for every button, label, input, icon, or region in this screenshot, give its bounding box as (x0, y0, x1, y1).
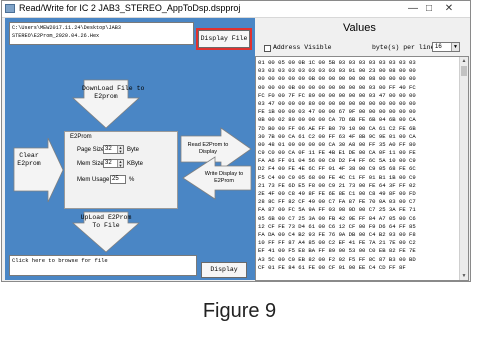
write-display-button[interactable]: Write Display to E2Prom (203, 171, 245, 185)
hex-line: 01 00 05 00 0B 1C 00 5B 03 03 03 03 03 0… (258, 59, 416, 66)
clear-eprom-button[interactable]: Clear E2prom (13, 152, 45, 170)
read-write-window: Read/Write for IC 2 JAB3_STEREO_AppToDsp… (1, 0, 471, 282)
maximize-button[interactable]: □ (422, 2, 436, 15)
upload-label-line: To File (92, 222, 120, 229)
hex-line: 12 CF FE 73 D4 61 00 C6 12 CF 00 F9 D6 6… (258, 222, 416, 230)
stepper-arrows-icon[interactable]: ▲ ▼ (117, 160, 123, 167)
hex-line: FC F0 00 7F FC 89 00 00 00 00 00 03 47 0… (258, 91, 416, 99)
mem-usage-label: Mem Usage (77, 177, 110, 183)
upload-eprom-button[interactable]: UpLoad E2Prom To File (75, 214, 137, 232)
vertical-scrollbar[interactable]: ▲ ▼ (459, 57, 468, 280)
mem-usage-value-box: 25 (110, 175, 126, 184)
mem-size-stepper[interactable]: 32 ▲ ▼ (103, 159, 124, 168)
scroll-up-icon[interactable]: ▲ (460, 57, 468, 65)
hex-values-textarea[interactable]: 01 00 05 00 0B 1C 00 5B 03 03 03 03 03 0… (255, 56, 469, 281)
eprom-panel-title: E2Prom (70, 134, 92, 140)
file-path-display: C:\Users\MEW2017.11.24\Desktop\JAB3 STER… (9, 22, 194, 45)
close-button[interactable]: ✕ (442, 2, 456, 15)
hex-line: 00 00 00 0B 00 00 00 00 00 00 00 03 00 F… (258, 83, 416, 91)
figure-caption: Figure 9 (202, 300, 277, 322)
hex-line: FA A6 FF 01 04 56 00 C0 D2 F4 FF 6C 5A 1… (258, 157, 416, 165)
page-size-value: 32 (105, 146, 112, 152)
hex-line: 21 73 FE 6D E5 F8 00 C9 21 73 00 FE 64 3… (258, 181, 416, 189)
hex-line: 03 03 03 03 03 03 03 03 03 01 00 23 00 0… (258, 67, 416, 75)
hex-line: 00 00 00 00 00 0B 00 00 00 00 00 08 00 0… (258, 75, 416, 83)
mem-size-label: Mem Size (77, 161, 104, 167)
hex-line: 30 7B 00 CA 61 C2 00 FF 63 4F 8B 9C 9E 0… (258, 132, 416, 140)
download-label-line: E2prom (94, 93, 118, 100)
hex-line: FA 87 00 FC 5A 9A FF 03 98 0D 00 C7 25 3… (258, 206, 416, 214)
file-path-line: STEREO\E2Prom_2020.04.26.Hex (12, 33, 100, 39)
page-size-label: Page Size (77, 147, 105, 153)
hex-line: FA DA 00 C4 B2 93 FE 76 9A DB 00 C4 B2 9… (258, 230, 416, 238)
chevron-down-icon[interactable]: ▼ (451, 43, 459, 51)
stepper-arrows-icon[interactable]: ▲ ▼ (117, 146, 123, 153)
read-e2prom-button[interactable]: Read E2Prom to Display (187, 142, 229, 156)
eprom-flow-panel: C:\Users\MEW2017.11.24\Desktop\JAB3 STER… (5, 18, 255, 280)
write-label-line: Write Display to (204, 171, 244, 177)
hex-line: A3 5C 00 C0 EB 82 00 F2 02 F5 FF 8C 87 B… (258, 255, 416, 263)
page-size-stepper[interactable]: 32 ▲ ▼ (103, 145, 124, 154)
read-label-line: Display (198, 149, 218, 155)
hex-line: EF 41 00 F5 E8 BA FF 89 00 53 00 C0 EB 8… (258, 247, 416, 255)
hex-line: FE 1B 00 00 03 47 00 00 67 9F 00 00 00 0… (258, 108, 416, 116)
display-file-button-top[interactable]: Display File (196, 28, 252, 50)
hex-line: 05 6B 00 C7 25 3A 00 FB 42 9E FF 84 A7 0… (258, 214, 416, 222)
browse-file-field[interactable]: Click here to browse for file (9, 255, 197, 276)
read-label-line: Read E2Prom to (187, 142, 229, 148)
upload-label-line: UpLoad E2Prom (80, 214, 132, 221)
mem-size-value: 32 (105, 160, 112, 166)
hex-line: C9 C0 00 CA 0F 11 FE 4B E1 DE 00 CA 0F 1… (258, 149, 416, 157)
bytes-per-line-label: byte(s) per line (372, 44, 435, 51)
clear-label-line: E2prom (17, 160, 41, 167)
hex-line: 7D B0 00 FF 06 AE FF B0 79 10 00 CA 61 C… (258, 124, 416, 132)
file-path-line: C:\Users\MEW2017.11.24\Desktop\JAB3 (12, 25, 121, 31)
clear-label-line: Clear (19, 152, 39, 159)
scroll-thumb[interactable] (461, 66, 467, 76)
address-visible-label: Address Visible (273, 44, 332, 51)
values-title: Values (343, 22, 376, 34)
display-file-button-bottom[interactable]: Display File (201, 262, 247, 278)
hex-line: 00 48 01 00 00 00 00 CA 30 A8 00 FF 35 A… (258, 140, 416, 148)
address-visible-checkbox[interactable] (264, 45, 271, 52)
bytes-per-line-value: 16 (435, 44, 442, 50)
hex-line: 0B 00 02 80 00 00 00 CA 7D 6B FE 6B 04 6… (258, 116, 416, 124)
hex-line: 2E 4F 00 C8 49 8F FE 6E 8E C1 00 C8 49 8… (258, 190, 416, 197)
hex-line: D2 F4 00 FE 4E 6C FF 01 4F 38 00 C9 05 6… (258, 165, 416, 173)
hex-line: 28 8C FF 82 CF 49 00 C7 FA 87 FE 70 0A 0… (258, 198, 416, 206)
hex-line: CF 01 FE 84 61 FE 00 CF 01 00 EE C4 CD F… (258, 263, 406, 271)
hex-lines: 01 00 05 00 0B 1C 00 5B 03 03 03 03 03 0… (258, 59, 458, 272)
hex-line: 03 47 00 00 00 80 00 00 00 00 00 00 00 0… (258, 99, 416, 107)
download-file-button[interactable]: DownLoad File to E2prom (82, 85, 145, 103)
hex-line: 10 FF FF 87 A4 85 00 C2 EF 41 FE 7A 21 7… (258, 239, 416, 247)
mem-usage-unit: % (129, 177, 135, 183)
hex-line: F5 C4 00 C9 05 68 00 FE 4C C1 FF 01 B1 1… (258, 173, 416, 181)
scroll-down-icon[interactable]: ▼ (460, 272, 468, 280)
mem-size-unit: KByte (127, 161, 144, 167)
window-title: Read/Write for IC 2 JAB3_STEREO_AppToDsp… (19, 3, 241, 13)
eprom-settings-panel: E2Prom Page Size 32 ▲ ▼ Byte Mem Size 32 … (64, 131, 178, 209)
mem-usage-value: 25 (112, 176, 119, 182)
write-label-line: E2Prom (214, 178, 234, 184)
clear-arrow-shape[interactable] (13, 137, 64, 203)
page-size-unit: Byte (127, 147, 140, 153)
bytes-per-line-select[interactable]: 16 ▼ (432, 42, 460, 52)
download-label-line: DownLoad File to (82, 85, 145, 92)
app-icon (5, 4, 15, 13)
title-bar[interactable]: Read/Write for IC 2 JAB3_STEREO_AppToDsp… (2, 1, 470, 18)
minimize-button[interactable]: — (406, 2, 420, 15)
